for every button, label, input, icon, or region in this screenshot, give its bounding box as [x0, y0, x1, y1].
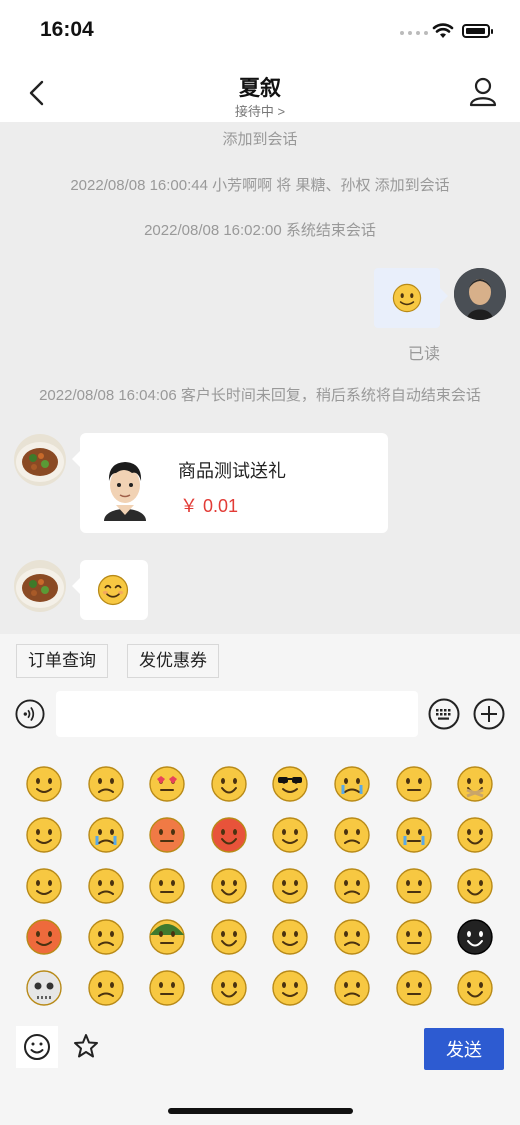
hot-sweat-emoji-icon[interactable] [147, 815, 187, 855]
smile-emoji-icon[interactable] [24, 764, 64, 804]
voice-icon[interactable] [15, 699, 45, 729]
product-price: ￥ 0.01 [180, 496, 239, 516]
pray-emoji-icon[interactable] [332, 968, 372, 1008]
nav-bar: 夏叙 接待中 > [0, 64, 520, 122]
status-time: 16:04 [40, 18, 94, 41]
system-message: 2022/08/08 16:02:00 系统结束会话 [144, 222, 376, 239]
signal-dots-icon [400, 31, 428, 35]
happy-emoji-icon [97, 574, 129, 606]
laugh-cry-emoji-icon[interactable] [86, 815, 126, 855]
meh-emoji-icon[interactable] [455, 866, 495, 906]
battery-icon [462, 24, 493, 38]
surprised-emoji-icon[interactable] [24, 866, 64, 906]
read-status: 已读 [408, 346, 441, 363]
knocked-emoji-icon[interactable] [86, 968, 126, 1008]
message-input[interactable] [56, 691, 418, 737]
system-message: 2022/08/08 16:04:06 客户长时间未回复，稍后系统将自动结束会话 [39, 387, 481, 404]
confused-emoji-icon[interactable] [394, 866, 434, 906]
question-emoji-icon[interactable] [270, 917, 310, 957]
favorite-star-icon[interactable] [72, 1032, 100, 1060]
shy-laugh-emoji-icon[interactable] [209, 917, 249, 957]
blush-emoji-icon[interactable] [270, 866, 310, 906]
keyboard-icon[interactable] [428, 698, 460, 730]
hand-on-chin-emoji-icon[interactable] [147, 968, 187, 1008]
status-bar: 16:04 [0, 0, 520, 64]
angry-squint-emoji-icon[interactable] [209, 764, 249, 804]
send-coupon-button[interactable]: 发优惠券 [127, 644, 219, 678]
system-message: 添加到会话 [222, 131, 298, 148]
plus-icon[interactable] [473, 698, 505, 730]
system-message: 2022/08/08 16:00:44 小芳啊啊 将 果糖、孙权 添加到会话 [70, 177, 450, 194]
thinking-emoji-icon[interactable] [209, 866, 249, 906]
toothy-emoji-icon[interactable] [394, 968, 434, 1008]
incoming-message-bubble[interactable] [72, 560, 148, 620]
skull-emoji-icon[interactable] [24, 968, 64, 1008]
tongue-wink-emoji-icon[interactable] [270, 815, 310, 855]
frown-emoji-icon[interactable] [455, 815, 495, 855]
agent-photo-icon [454, 268, 506, 320]
customer-avatar[interactable] [14, 434, 66, 486]
chat-message-list[interactable]: 添加到会话 2022/08/08 16:00:44 小芳啊啊 将 果糖、孙权 添… [0, 122, 520, 634]
product-name: 商品测试送礼 [178, 461, 286, 481]
reception-status-link[interactable]: 接待中 > [0, 101, 520, 120]
frown-annoyed-emoji-icon[interactable] [394, 764, 434, 804]
cool-sunglasses-emoji-icon[interactable] [270, 764, 310, 804]
wifi-icon [432, 23, 454, 38]
shocked-emoji-icon[interactable] [332, 866, 372, 906]
outgoing-message-bubble[interactable] [374, 268, 448, 328]
dizzy-emoji-icon[interactable] [394, 917, 434, 957]
sick-emoji-icon[interactable] [147, 866, 187, 906]
heart-eyes-emoji-icon[interactable] [147, 764, 187, 804]
emoji-grid[interactable] [14, 760, 510, 1018]
sleepy-emoji-icon[interactable] [24, 815, 64, 855]
agent-avatar[interactable] [454, 268, 506, 320]
grin-teeth-emoji-icon[interactable] [86, 917, 126, 957]
smile-tab-icon[interactable] [16, 1026, 58, 1068]
product-card[interactable]: 商品测试送礼 ￥ 0.01 [72, 433, 388, 533]
black-sweat-emoji-icon[interactable] [455, 917, 495, 957]
home-indicator [168, 1108, 353, 1114]
smirk-emoji-icon[interactable] [455, 968, 495, 1008]
sad-worried-emoji-icon[interactable] [86, 764, 126, 804]
crying-loud-emoji-icon[interactable] [332, 764, 372, 804]
food-photo-icon [14, 434, 66, 486]
angry-red-emoji-icon[interactable] [209, 815, 249, 855]
mouth-zipped-emoji-icon[interactable] [455, 764, 495, 804]
grin-laugh-emoji-icon[interactable] [86, 866, 126, 906]
order-query-button[interactable]: 订单查询 [16, 644, 108, 678]
food-photo-icon [14, 560, 66, 612]
big-grin-emoji-icon[interactable] [332, 815, 372, 855]
tearful-emoji-icon[interactable] [394, 815, 434, 855]
send-button[interactable]: 发送 [424, 1028, 504, 1070]
angry-cussing-emoji-icon[interactable] [24, 917, 64, 957]
product-thumbnail-icon [104, 462, 146, 521]
user-profile-icon[interactable] [468, 76, 498, 108]
kissing-emoji-icon[interactable] [270, 968, 310, 1008]
page-title: 夏叙 [239, 77, 281, 100]
customer-avatar[interactable] [14, 560, 66, 612]
smile-emoji-icon [392, 283, 422, 313]
soldier-helmet-emoji-icon[interactable] [147, 917, 187, 957]
cool-sweat-emoji-icon[interactable] [209, 968, 249, 1008]
shush-emoji-icon[interactable] [332, 917, 372, 957]
